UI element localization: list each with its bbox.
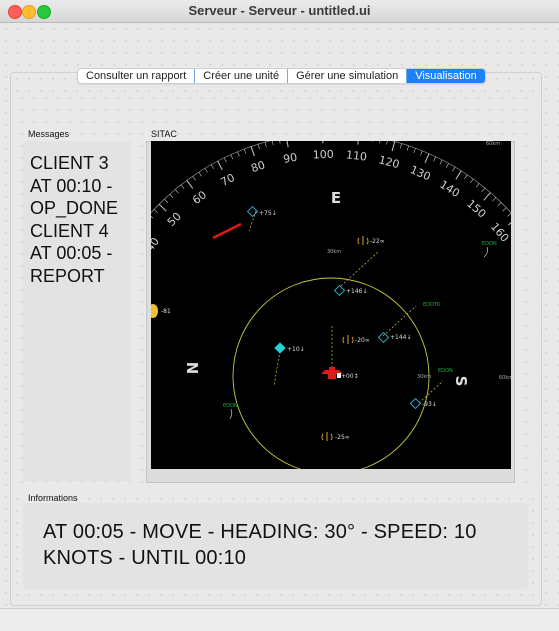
window-title: Serveur - Serveur - untitled.ui [0, 3, 559, 18]
track-label: -81 [161, 308, 171, 315]
map-label: EDON [438, 368, 453, 374]
tab-creer-unite[interactable]: Créer une unité [195, 69, 288, 83]
message-line: CLIENT 4 [23, 220, 118, 243]
tab-bar: Consulter un rapport Créer une unité Gér… [77, 68, 486, 84]
message-line: OP_DONE [23, 197, 118, 220]
track-label: -25∞ [335, 434, 350, 441]
track-label: -22∞ [370, 238, 385, 245]
scale-label: 110 [345, 148, 367, 163]
range-label: 30km [417, 374, 431, 380]
scale-label: 100 [313, 148, 334, 162]
track-label: -20∞ [355, 337, 370, 344]
informations-text: AT 00:05 - MOVE - HEADING: 30° - SPEED: … [43, 519, 513, 571]
messages-label: Messages [28, 129, 69, 139]
track-label: +75↓ [259, 210, 277, 217]
compass-south-letter: S [452, 376, 470, 387]
status-bar [0, 608, 559, 631]
message-line: REPORT [23, 265, 118, 288]
map-label: EDOTK [423, 302, 441, 308]
title-bar: Serveur - Serveur - untitled.ui [0, 0, 559, 23]
sitac-label: SITAC [151, 129, 177, 139]
compass-east-letter: E [331, 189, 341, 207]
range-label: 30km [327, 249, 341, 255]
range-label: 60km [499, 375, 511, 381]
tab-visualisation[interactable]: Visualisation [407, 69, 485, 83]
track-label: +146↓ [346, 288, 368, 295]
range-label: 60km [486, 141, 500, 147]
compass-north-letter: N [184, 362, 202, 375]
track-label: +00↕ [341, 373, 359, 380]
track-label: -93↓ [422, 401, 437, 408]
message-line: AT 00:10 - [23, 175, 118, 198]
message-line: AT 00:05 - [23, 242, 118, 265]
informations-label: Informations [28, 493, 78, 503]
tab-gerer-simulation[interactable]: Gérer une simulation [288, 69, 407, 83]
tab-consulter-rapport[interactable]: Consulter un rapport [78, 69, 195, 83]
track-label: +10↓ [287, 346, 305, 353]
map-label: EDON [482, 241, 497, 247]
map-label: EDON [223, 403, 238, 409]
messages-list[interactable]: CLIENT 3 AT 00:10 - OP_DONE CLIENT 4 AT … [23, 141, 131, 481]
message-line: CLIENT 3 [23, 152, 118, 175]
scale-label: 90 [282, 151, 298, 166]
track-label: +144↓ [390, 334, 412, 341]
informations-panel: AT 00:05 - MOVE - HEADING: 30° - SPEED: … [23, 503, 528, 589]
sitac-radar-view[interactable]: 0102030405060708090100110120130140150160… [151, 141, 511, 469]
